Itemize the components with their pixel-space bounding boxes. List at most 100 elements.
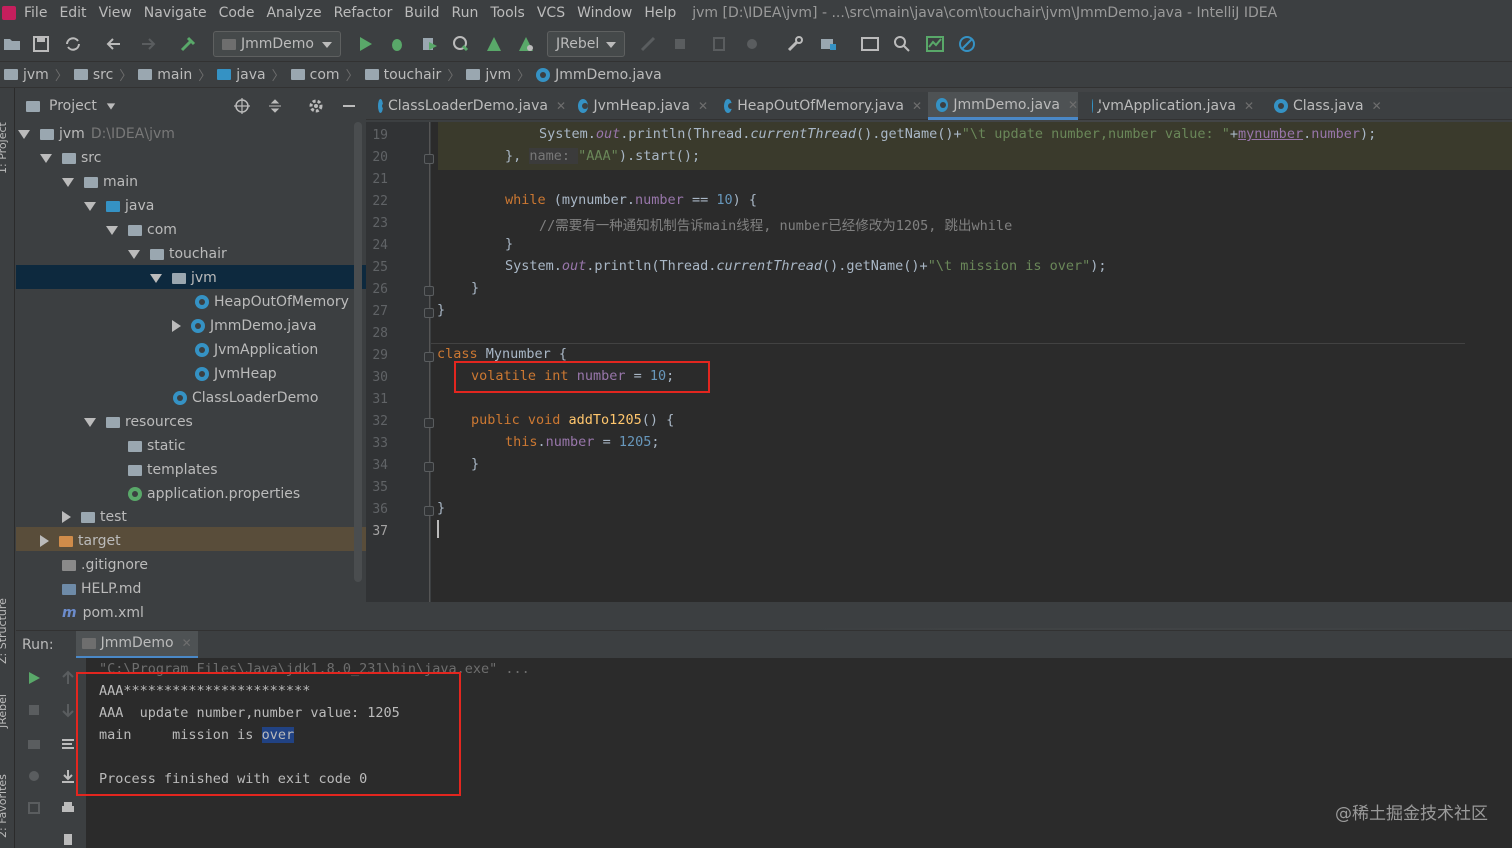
exit-icon[interactable] xyxy=(26,800,42,816)
breadcrumb-item[interactable]: JmmDemo.java xyxy=(536,67,662,83)
tab-jvmheap[interactable]: JvmHeap.java ✕ xyxy=(570,92,708,120)
back-arrow-icon[interactable] xyxy=(104,34,124,54)
settings-icon[interactable] xyxy=(26,768,42,784)
project-tool-tab[interactable]: 1: Project xyxy=(0,122,9,174)
gear-icon[interactable] xyxy=(308,98,324,114)
run-tab-jmmdemo[interactable]: JmmDemo ✕ xyxy=(75,630,198,659)
close-icon[interactable]: ✕ xyxy=(182,636,192,650)
terminal-icon[interactable] xyxy=(860,34,880,54)
soft-wrap-icon[interactable] xyxy=(60,736,76,752)
tree-node-src[interactable]: src xyxy=(40,146,101,170)
close-icon[interactable]: ✕ xyxy=(1372,99,1382,113)
menu-view[interactable]: View xyxy=(99,5,132,21)
fold-marker-icon[interactable] xyxy=(424,286,434,296)
open-folder-icon[interactable] xyxy=(2,34,22,54)
tree-node-resources[interactable]: resources xyxy=(84,410,193,434)
tab-classloaderdemo[interactable]: ClassLoaderDemo.java ✕ xyxy=(370,92,566,120)
tab-jvmapplication[interactable]: JvmApplication.java ✕ xyxy=(1084,92,1254,120)
jrebel-tool-tab[interactable]: JRebel xyxy=(0,694,9,728)
breadcrumb-item[interactable]: java xyxy=(217,67,266,83)
close-icon[interactable]: ✕ xyxy=(1244,99,1254,113)
menu-code[interactable]: Code xyxy=(219,5,255,21)
camera-icon[interactable] xyxy=(26,736,42,752)
tree-node-touchair[interactable]: touchair xyxy=(128,242,227,266)
search-icon[interactable] xyxy=(892,34,912,54)
breadcrumb-item[interactable]: touchair xyxy=(364,67,441,83)
favorites-tool-tab[interactable]: 2: Favorites xyxy=(0,774,9,838)
minimize-icon[interactable] xyxy=(341,98,357,114)
remote-icon[interactable] xyxy=(710,34,730,54)
tree-node-heapoutofmemory[interactable]: HeapOutOfMemory xyxy=(195,290,349,314)
jrebel-select[interactable]: JRebel xyxy=(547,31,625,57)
down-arrow-icon[interactable] xyxy=(60,702,76,718)
print-icon[interactable] xyxy=(60,800,76,816)
tree-node-jmmdemo[interactable]: JmmDemo.java xyxy=(172,314,317,338)
tree-node-gitignore[interactable]: .gitignore xyxy=(62,553,148,577)
project-structure-icon[interactable] xyxy=(818,34,838,54)
structure-tool-tab[interactable]: Z: Structure xyxy=(0,598,9,664)
scroll-to-end-icon[interactable] xyxy=(60,768,76,784)
forward-arrow-icon[interactable] xyxy=(138,34,158,54)
tree-node-templates[interactable]: templates xyxy=(128,458,218,482)
tree-node-classloaderdemo[interactable]: ClassLoaderDemo xyxy=(173,386,318,410)
menu-build[interactable]: Build xyxy=(404,5,439,21)
profile-icon[interactable] xyxy=(451,34,471,54)
stop-icon[interactable] xyxy=(670,34,690,54)
menu-window[interactable]: Window xyxy=(577,5,632,21)
close-icon[interactable]: ✕ xyxy=(1068,98,1078,112)
jrebel-run-icon[interactable] xyxy=(484,34,504,54)
tab-heapoutofmemory[interactable]: HeapOutOfMemory.java ✕ xyxy=(716,92,922,120)
monitor-icon[interactable] xyxy=(925,34,945,54)
no-sign-icon[interactable] xyxy=(957,34,977,54)
tree-node-application-properties[interactable]: application.properties xyxy=(128,482,300,506)
up-arrow-icon[interactable] xyxy=(60,670,76,686)
tree-node-java[interactable]: java xyxy=(84,194,154,218)
fold-marker-icon[interactable] xyxy=(424,308,434,318)
wrench-icon[interactable] xyxy=(785,34,805,54)
locate-icon[interactable] xyxy=(234,98,250,114)
tree-node-pom-xml[interactable]: m pom.xml xyxy=(62,601,144,625)
menu-edit[interactable]: Edit xyxy=(59,5,86,21)
fold-marker-icon[interactable] xyxy=(424,462,434,472)
chevron-down-icon[interactable] xyxy=(106,102,116,110)
stop-icon[interactable] xyxy=(26,702,42,718)
trash-icon[interactable] xyxy=(60,830,76,846)
tree-node-jvm-root[interactable]: jvm D:\IDEA\jvm xyxy=(18,122,175,146)
breadcrumb-item[interactable]: src xyxy=(73,67,113,83)
breadcrumb-item[interactable]: main xyxy=(138,67,192,83)
run-config-select[interactable]: JmmDemo xyxy=(213,31,341,57)
close-icon[interactable]: ✕ xyxy=(556,99,566,113)
tab-class[interactable]: Class.java ✕ xyxy=(1266,92,1386,120)
save-icon[interactable] xyxy=(31,34,51,54)
close-icon[interactable]: ✕ xyxy=(698,99,708,113)
tree-node-jvm-package[interactable]: jvm xyxy=(150,266,217,290)
project-scrollbar[interactable] xyxy=(354,122,362,582)
menu-run[interactable]: Run xyxy=(452,5,479,21)
rerun-icon[interactable] xyxy=(26,670,42,686)
tab-jmmdemo[interactable]: JmmDemo.java ✕ xyxy=(928,92,1078,120)
tree-node-test[interactable]: test xyxy=(62,505,127,529)
collapse-all-icon[interactable] xyxy=(267,98,283,114)
tree-node-target[interactable]: target xyxy=(40,529,121,553)
fold-marker-icon[interactable] xyxy=(424,506,434,516)
menu-navigate[interactable]: Navigate xyxy=(144,5,207,21)
tree-node-static[interactable]: static xyxy=(128,434,185,458)
breadcrumb-item[interactable]: com xyxy=(290,67,340,83)
fold-marker-icon[interactable] xyxy=(424,154,434,164)
menu-file[interactable]: File xyxy=(24,5,47,21)
breadcrumb-item[interactable]: jvm xyxy=(4,67,49,83)
fold-marker-icon[interactable] xyxy=(424,352,434,362)
close-icon[interactable]: ✕ xyxy=(912,99,922,113)
tree-node-jvmapplication[interactable]: JvmApplication xyxy=(195,338,318,362)
debug-icon[interactable] xyxy=(387,34,407,54)
tree-node-com[interactable]: com xyxy=(106,218,177,242)
menu-help[interactable]: Help xyxy=(644,5,676,21)
jrebel-debug-icon[interactable] xyxy=(516,34,536,54)
menu-tools[interactable]: Tools xyxy=(490,5,525,21)
project-view-select[interactable]: Project xyxy=(49,98,97,114)
tree-node-help-md[interactable]: HELP.md xyxy=(62,577,141,601)
build-hammer-icon[interactable] xyxy=(178,34,198,54)
coverage-icon[interactable] xyxy=(419,34,439,54)
share-icon[interactable] xyxy=(742,34,762,54)
tree-node-jvmheap[interactable]: JvmHeap xyxy=(195,362,277,386)
